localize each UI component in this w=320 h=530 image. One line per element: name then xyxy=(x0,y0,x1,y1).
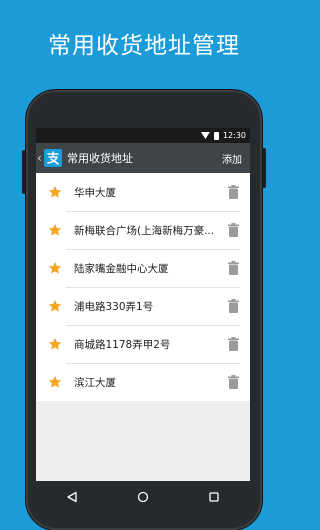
battery-icon xyxy=(213,131,219,140)
status-bar: 12:30 xyxy=(36,128,250,143)
square-recents-icon[interactable] xyxy=(208,491,220,503)
address-name: 商城路1178弄甲2号 xyxy=(74,338,171,351)
power-button xyxy=(262,148,266,188)
trash-icon[interactable] xyxy=(228,299,239,313)
wifi-icon xyxy=(200,132,210,139)
star-icon[interactable] xyxy=(48,299,62,313)
phone-screen: 12:30 ‹ 常用收货地址 添加 华申大厦 新梅联合广场(上海新梅万豪... … xyxy=(36,128,250,481)
address-row[interactable]: 浦电路330弄1号 xyxy=(36,287,250,325)
address-name: 陆家嘴金融中心大厦 xyxy=(74,262,169,275)
address-list: 华申大厦 新梅联合广场(上海新梅万豪... 陆家嘴金融中心大厦 浦电路330弄1… xyxy=(36,173,250,401)
add-address-button[interactable]: 添加 xyxy=(222,151,242,166)
trash-icon[interactable] xyxy=(228,223,239,237)
trash-icon[interactable] xyxy=(228,375,239,389)
star-icon[interactable] xyxy=(48,185,62,199)
trash-icon[interactable] xyxy=(228,185,239,199)
trash-icon[interactable] xyxy=(228,261,239,275)
address-row[interactable]: 滨江大厦 xyxy=(36,363,250,401)
chevron-left-icon[interactable]: ‹ xyxy=(37,151,43,165)
address-row[interactable]: 陆家嘴金融中心大厦 xyxy=(36,249,250,287)
circle-home-icon[interactable] xyxy=(137,491,149,503)
app-title: 常用收货地址 xyxy=(67,152,133,165)
address-name: 滨江大厦 xyxy=(74,376,116,389)
star-icon[interactable] xyxy=(48,261,62,275)
trash-icon[interactable] xyxy=(228,337,239,351)
star-icon[interactable] xyxy=(48,375,62,389)
star-icon[interactable] xyxy=(48,337,62,351)
address-name: 华申大厦 xyxy=(74,186,116,199)
address-row[interactable]: 新梅联合广场(上海新梅万豪... xyxy=(36,211,250,249)
system-nav-bar xyxy=(36,481,250,512)
star-icon[interactable] xyxy=(48,223,62,237)
promo-title: 常用收货地址管理 xyxy=(48,33,240,59)
address-row[interactable]: 华申大厦 xyxy=(36,173,250,211)
alipay-logo-icon[interactable] xyxy=(44,149,62,167)
address-name: 浦电路330弄1号 xyxy=(74,300,154,313)
status-time: 12:30 xyxy=(222,131,246,140)
app-bar: ‹ 常用收货地址 添加 xyxy=(36,143,250,173)
address-row[interactable]: 商城路1178弄甲2号 xyxy=(36,325,250,363)
address-name: 新梅联合广场(上海新梅万豪... xyxy=(74,224,215,237)
triangle-back-icon[interactable] xyxy=(66,491,78,503)
